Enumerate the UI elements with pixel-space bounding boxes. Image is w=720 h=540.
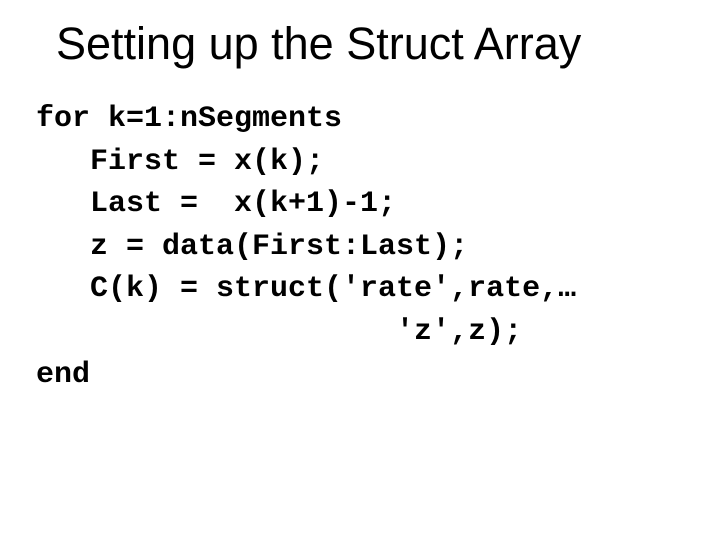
slide: Setting up the Struct Array for k=1:nSeg… bbox=[0, 0, 720, 540]
code-line: end bbox=[36, 358, 90, 392]
code-line: 'z',z); bbox=[36, 315, 522, 349]
slide-title: Setting up the Struct Array bbox=[28, 18, 692, 70]
code-line: First = x(k); bbox=[36, 145, 324, 179]
code-line: Last = x(k+1)-1; bbox=[36, 187, 396, 221]
code-block: for k=1:nSegments First = x(k); Last = x… bbox=[28, 98, 692, 396]
code-line: z = data(First:Last); bbox=[36, 230, 468, 264]
code-line: for k=1:nSegments bbox=[36, 102, 342, 136]
code-line: C(k) = struct('rate',rate,… bbox=[36, 272, 576, 306]
